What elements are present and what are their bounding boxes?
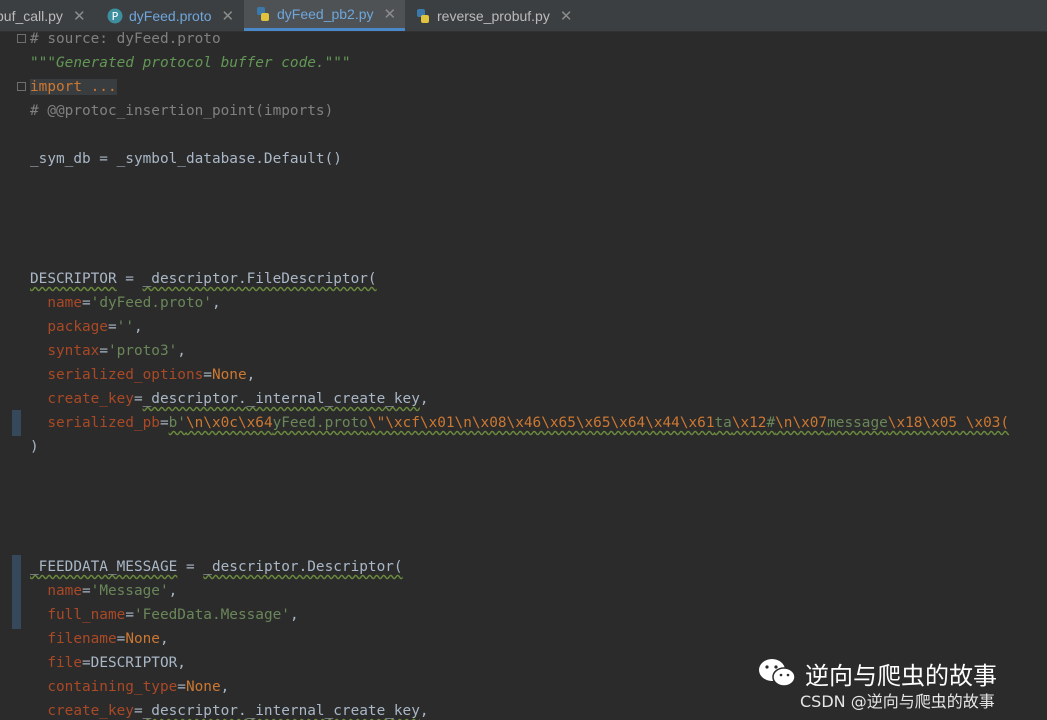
fold-toggle-icon[interactable] (17, 82, 26, 91)
code-editor[interactable]: # source: dyFeed.proto """Generated prot… (0, 31, 1047, 720)
code-token: '' (116, 319, 134, 335)
code-line: full_name='FeedData.Message', (47, 607, 299, 623)
code-token: DESCRIPTOR (30, 271, 117, 287)
tab-label: reverse_probuf.py (437, 7, 550, 24)
code-line: file=DESCRIPTOR, (47, 655, 186, 671)
tab-label: dyFeed_pb2.py (277, 6, 374, 22)
code-token: 'dyFeed.proto' (90, 295, 212, 311)
code-token: serialized_pb (47, 415, 160, 431)
code-token: None (125, 631, 160, 647)
bytes-token: yFeed.proto (272, 415, 368, 431)
code-line: create_key=_descriptor._internal_create_… (47, 703, 429, 719)
code-line: # source: dyFeed.proto (30, 31, 221, 47)
bytes-token: ta (714, 415, 732, 431)
python-file-icon (255, 6, 271, 22)
bytes-token: b' (168, 415, 186, 431)
code-line: filename=None, (47, 631, 169, 647)
watermark-csdn: CSDN @逆向与爬虫的故事 (800, 692, 995, 711)
code-line: ) (30, 439, 39, 455)
tab-buf-call[interactable]: buf_call.py ✕ (0, 0, 97, 31)
wechat-icon (759, 659, 796, 687)
proto-file-icon: P (107, 8, 123, 24)
svg-text:P: P (112, 10, 119, 23)
code-token: full_name (47, 607, 126, 623)
code-token: name (47, 295, 82, 311)
code-line: package='', (47, 319, 143, 335)
code-line: create_key=_descriptor._internal_create_… (47, 391, 429, 407)
code-token: create_key (47, 391, 134, 407)
tab-close-icon[interactable]: ✕ (560, 7, 573, 25)
folded-imports[interactable]: import ... (30, 79, 117, 95)
code-line: # @@protoc_insertion_point(imports) (30, 103, 334, 119)
code-token: filename (47, 631, 117, 647)
editor-tab-bar: buf_call.py ✕ P dyFeed.proto ✕ dyFeed_pb… (0, 0, 1047, 32)
code-token: None (185, 679, 221, 695)
code-line: containing_type=None, (47, 679, 230, 695)
bytes-token: # (766, 415, 776, 431)
code-token: DESCRIPTOR (90, 655, 178, 671)
code-token: file (47, 655, 82, 671)
code-token: create_key (47, 703, 134, 719)
code-line: DESCRIPTOR = _descriptor.FileDescriptor( (30, 267, 377, 291)
watermark-title: 逆向与爬虫的故事 (805, 661, 997, 690)
tab-close-icon[interactable]: ✕ (73, 7, 86, 25)
serialized-bytes-literal: b'\n\x0c\x64yFeed.proto\"\xcf\x01\n\x08\… (169, 415, 1009, 431)
bytes-token: \x18\x05 \x03( (887, 415, 1010, 431)
code-token: 'proto3' (107, 343, 178, 359)
bytes-token: \x12 (731, 415, 767, 431)
code-line: _sym_db = _symbol_database.Default() (30, 151, 342, 167)
code-line: name='Message', (47, 583, 178, 599)
code-token: = (177, 559, 204, 575)
code-token: _descriptor.Descriptor( (203, 559, 403, 575)
code-token: containing_type (47, 679, 178, 695)
tab-reverse-probuf[interactable]: reverse_probuf.py ✕ (407, 0, 582, 31)
code-line: _FEEDDATA_MESSAGE = _descriptor.Descript… (30, 555, 403, 579)
tab-dyfeed-proto[interactable]: P dyFeed.proto ✕ (100, 0, 242, 31)
code-token: _FEEDDATA_MESSAGE (30, 559, 178, 575)
code-token: None (211, 367, 247, 383)
bytes-token: \"\xcf\x01\n\x08\x46\x65\x65\x64\x44\x61 (367, 415, 715, 431)
code-line: syntax='proto3', (47, 343, 186, 359)
code-token: 'Message' (90, 583, 169, 599)
tab-label: dyFeed.proto (129, 7, 212, 24)
code-token: package (47, 319, 108, 335)
code-token: _descriptor.FileDescriptor( (142, 271, 377, 287)
code-token: 'FeedData.Message' (133, 607, 290, 623)
code-line: serialized_pb=b'\n\x0c\x64yFeed.proto\"\… (47, 415, 1010, 431)
code-line: """Generated protocol buffer code.""" (30, 55, 351, 71)
bytes-token: \n\x0c\x64 (185, 415, 273, 431)
fold-toggle-icon[interactable] (17, 34, 26, 43)
code-line: serialized_options=None, (47, 367, 256, 383)
bytes-token: \n\x07 (775, 415, 828, 431)
code-token: syntax (47, 343, 100, 359)
code-line: import ... (30, 75, 117, 99)
watermark-channel: 逆向与爬虫的故事 (757, 654, 997, 692)
code-line: name='dyFeed.proto', (47, 295, 221, 311)
code-token: = (116, 271, 143, 287)
code-token: name (47, 583, 82, 599)
tab-close-icon[interactable]: ✕ (384, 5, 397, 23)
code-token: serialized_options (47, 367, 204, 383)
code-token: _descriptor._internal_create_key (142, 391, 420, 407)
bytes-token: message (827, 415, 888, 431)
gutter-change-marker (12, 410, 21, 436)
code-token: _descriptor._internal_create_key (142, 703, 420, 719)
python-file-icon (415, 8, 431, 24)
tab-dyfeed-pb2[interactable]: dyFeed_pb2.py ✕ (244, 0, 405, 31)
tab-label: buf_call.py (0, 7, 63, 24)
gutter-change-marker (12, 555, 21, 629)
tab-close-icon[interactable]: ✕ (222, 7, 235, 25)
